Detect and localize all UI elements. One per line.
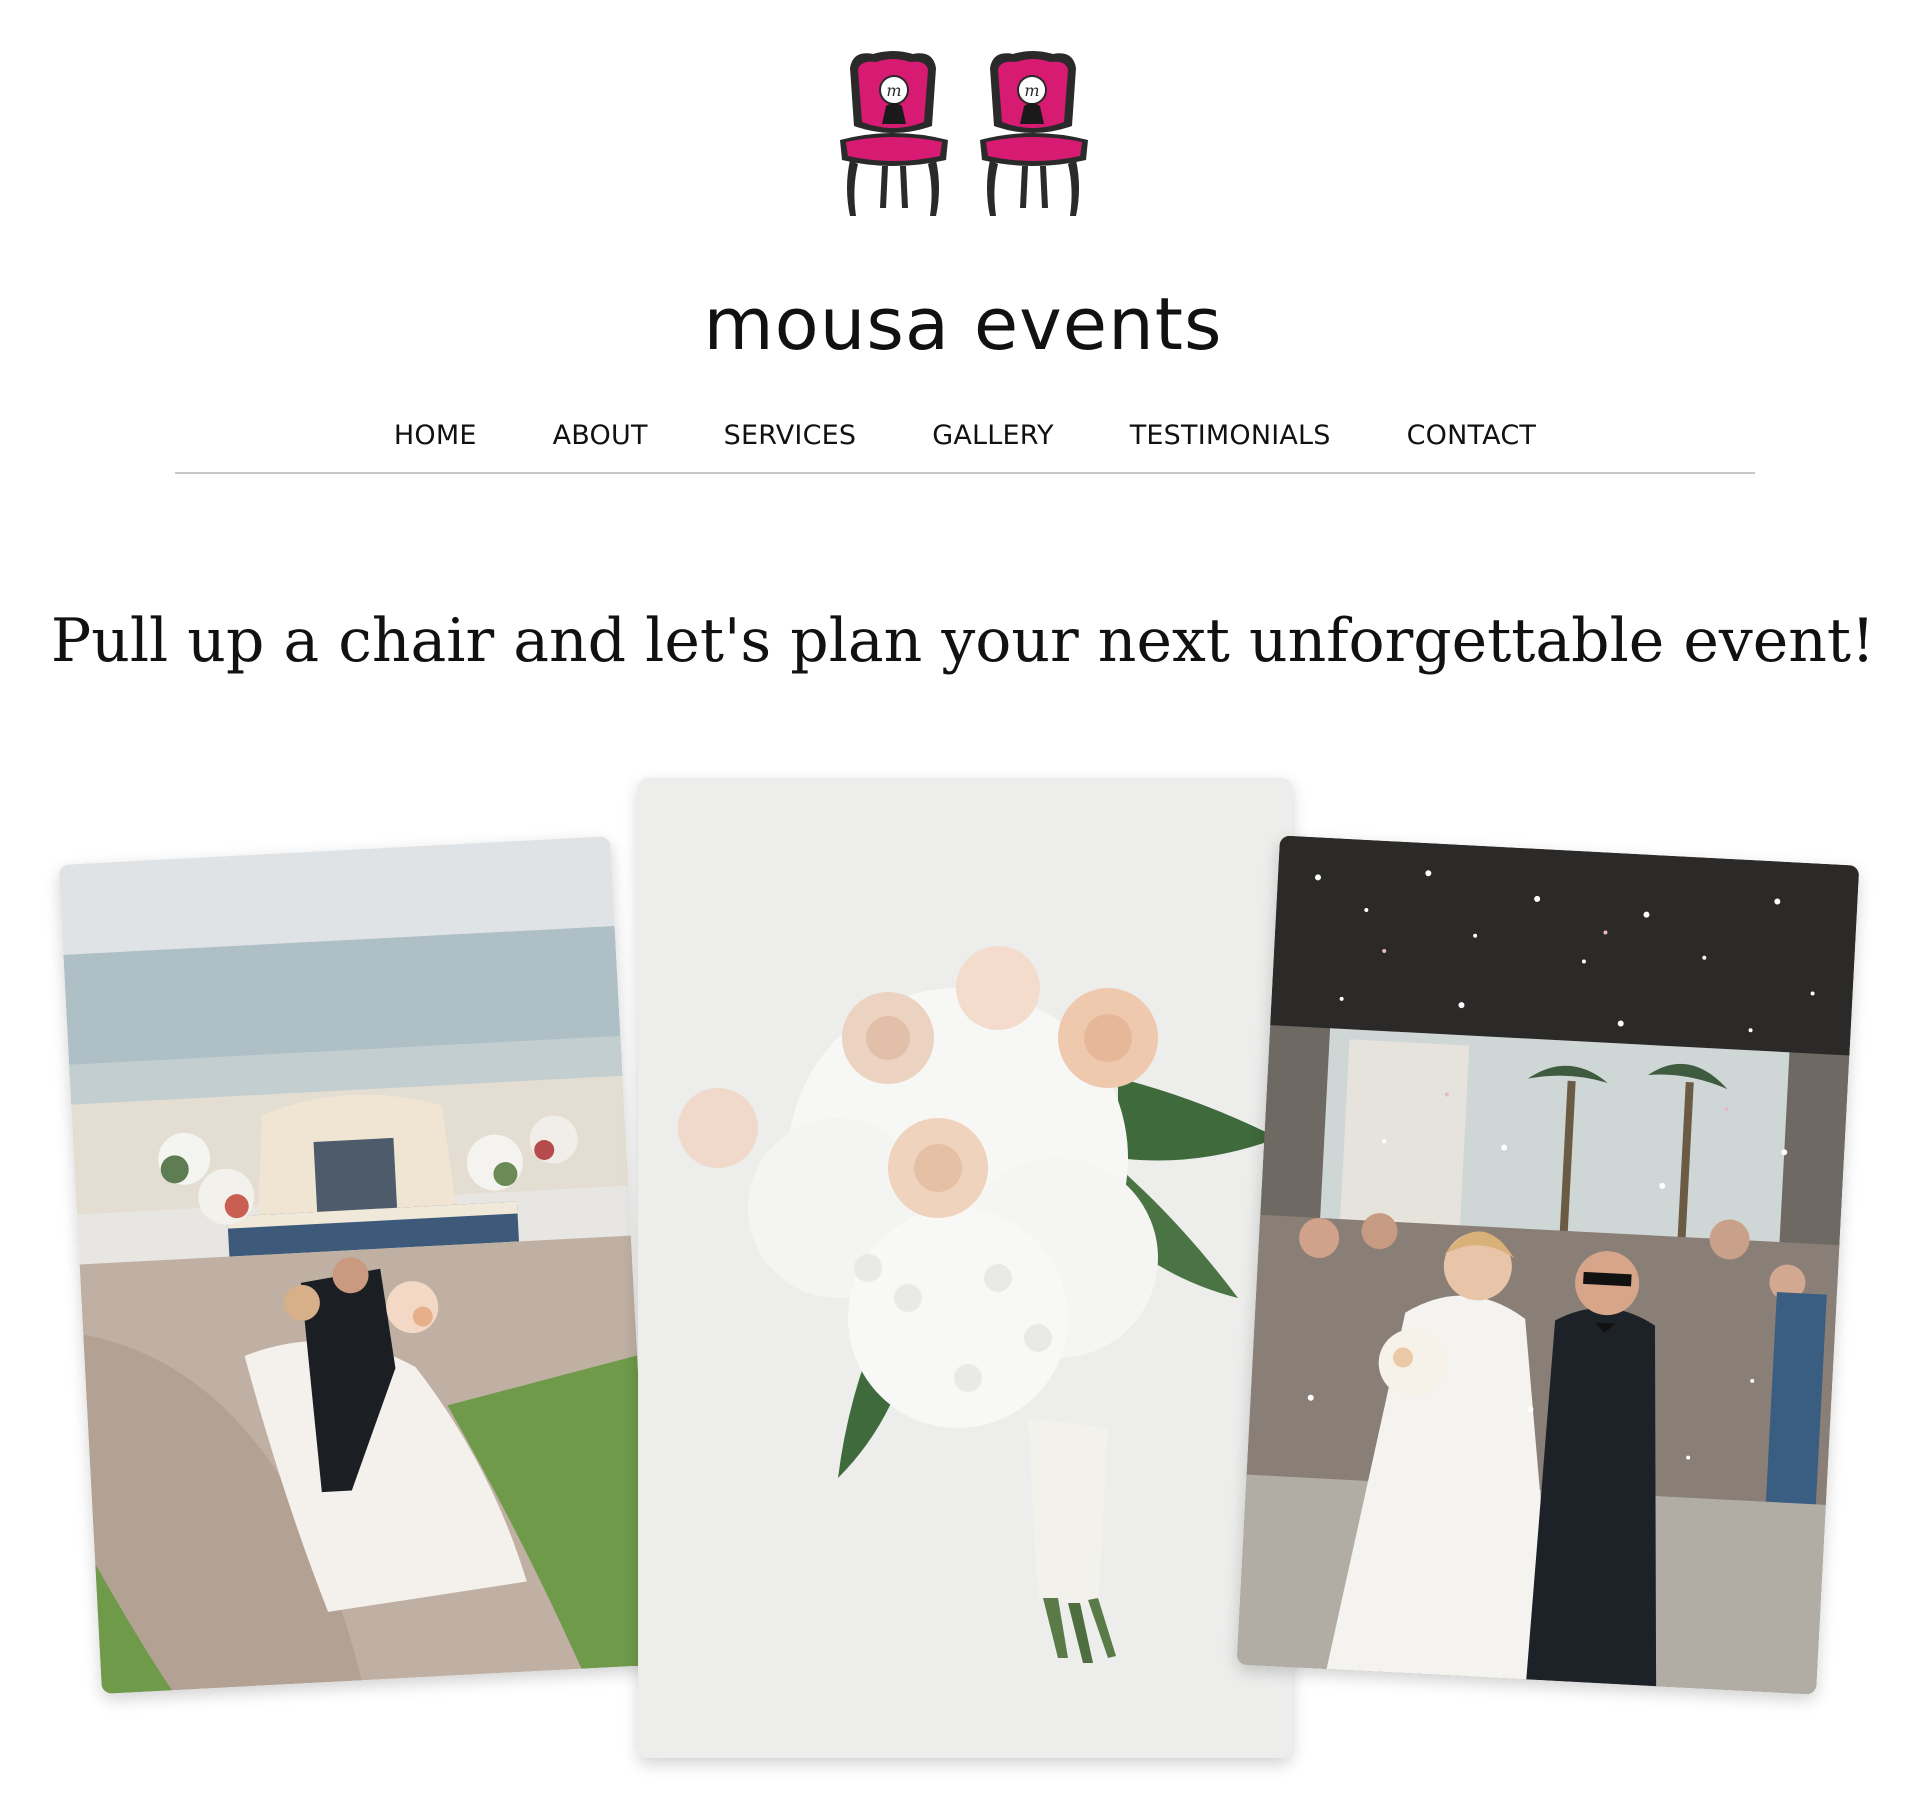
chair-right-icon: m — [968, 48, 1098, 228]
nav-item-gallery[interactable]: GALLERY — [932, 420, 1053, 451]
main-nav: HOME ABOUT SERVICES GALLERY TESTIMONIALS… — [175, 408, 1755, 474]
nav-item-contact[interactable]: CONTACT — [1407, 420, 1536, 451]
svg-text:m: m — [886, 81, 901, 100]
wedding-couple-kiss-photo[interactable] — [58, 836, 654, 1694]
nav-item-home[interactable]: HOME — [394, 420, 477, 451]
nav-item-about[interactable]: ABOUT — [553, 420, 648, 451]
nav-list: HOME ABOUT SERVICES GALLERY TESTIMONIALS… — [175, 420, 1755, 451]
bridal-bouquet-photo[interactable] — [638, 778, 1292, 1758]
page: m m mousa events HOME ABOUT SERVICES GAL… — [0, 0, 1926, 1800]
confetti-exit-photo[interactable] — [1236, 835, 1860, 1695]
svg-text:m: m — [1024, 81, 1039, 100]
chair-left-icon: m — [828, 48, 958, 228]
nav-item-testimonials[interactable]: TESTIMONIALS — [1130, 420, 1331, 451]
nav-item-services[interactable]: SERVICES — [724, 420, 857, 451]
brand-name: mousa events — [703, 282, 1223, 366]
hero-headline: Pull up a chair and let's plan your next… — [50, 606, 1876, 677]
logo[interactable]: m m mousa events — [0, 48, 1926, 360]
